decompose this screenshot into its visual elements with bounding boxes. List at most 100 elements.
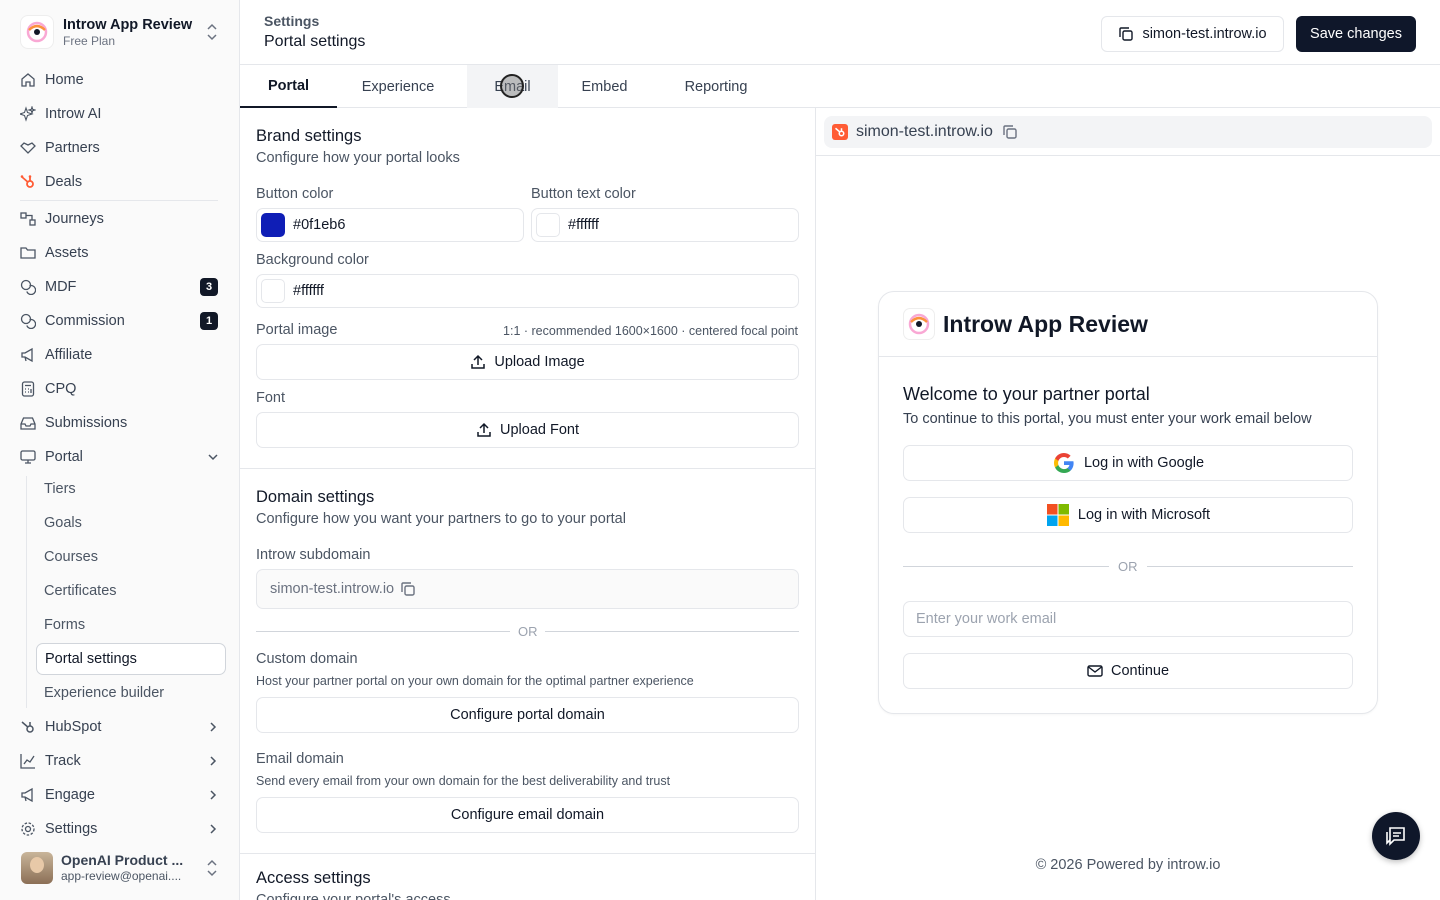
copy-domain-button[interactable]: simon-test.introw.io (1101, 16, 1284, 52)
chat-widget-button[interactable] (1372, 812, 1420, 860)
tab-reporting[interactable]: Reporting (660, 65, 772, 108)
sidebar-item-mdf[interactable]: MDF 3 (12, 272, 228, 302)
sidebar-subitem-certificates[interactable]: Certificates (36, 576, 226, 606)
copy-icon[interactable] (400, 581, 416, 597)
folder-icon (20, 247, 36, 259)
login-card-header: Introw App Review (879, 292, 1377, 357)
sidebar-subitem-portal-settings[interactable]: Portal settings (36, 643, 226, 675)
inbox-icon (20, 417, 36, 430)
configure-portal-domain-button[interactable]: Configure portal domain (256, 697, 799, 733)
user-name: OpenAI Product ... (61, 852, 184, 868)
copy-icon[interactable] (1002, 124, 1018, 140)
sidebar-item-settings[interactable]: Settings (12, 814, 228, 844)
sidebar-item-label: Engage (45, 787, 95, 803)
sidebar-item-cpq[interactable]: CPQ (12, 374, 228, 404)
upload-font-button[interactable]: Upload Font (256, 412, 799, 448)
upload-font-label: Upload Font (500, 422, 579, 438)
chevron-right-icon (210, 722, 217, 732)
background-color-label: Background color (256, 252, 369, 268)
preview-url-bar: simon-test.introw.io (824, 116, 1432, 148)
sidebar-item-partners[interactable]: Partners (12, 133, 228, 163)
sidebar-divider (20, 200, 218, 201)
subdomain-field: simon-test.introw.io (256, 569, 799, 609)
copy-domain-label: simon-test.introw.io (1142, 26, 1267, 42)
brand-settings-title: Brand settings (256, 127, 362, 145)
button-text-color-swatch[interactable] (536, 213, 560, 237)
user-email: app-review@openai.... (61, 869, 182, 883)
sidebar-item-hubspot[interactable]: HubSpot (12, 712, 228, 742)
portal-image-label: Portal image (256, 322, 338, 338)
sidebar-item-home[interactable]: Home (12, 65, 228, 95)
sidebar-subitem-experience-builder[interactable]: Experience builder (36, 678, 226, 708)
sidebar-item-portal[interactable]: Portal (12, 442, 228, 472)
sidebar-item-label: Submissions (45, 415, 128, 431)
sidebar-item-introw-ai[interactable]: Introw AI (12, 99, 228, 129)
chat-icon (1386, 827, 1405, 846)
sidebar-item-label: Introw AI (45, 106, 102, 122)
section-divider (240, 853, 815, 854)
configure-email-domain-button[interactable]: Configure email domain (256, 797, 799, 833)
continue-button[interactable]: Continue (903, 653, 1353, 689)
login-google-button[interactable]: Log in with Google (903, 445, 1353, 481)
welcome-heading: Welcome to your partner portal (903, 384, 1150, 404)
sidebar-item-label: Settings (45, 821, 98, 837)
login-microsoft-button[interactable]: Log in with Microsoft (903, 497, 1353, 533)
or-divider-line (1147, 566, 1353, 567)
sidebar-subitem-courses[interactable]: Courses (36, 542, 226, 572)
portal-name: Introw App Review (943, 310, 1148, 337)
upload-image-button[interactable]: Upload Image (256, 344, 799, 380)
sidebar-item-track[interactable]: Track (12, 746, 228, 776)
brand-settings-subtitle: Configure how your portal looks (256, 150, 460, 166)
workspace-switcher[interactable]: Introw App Review Free Plan (12, 10, 228, 54)
page-title: Portal settings (264, 33, 366, 50)
preview-url: simon-test.introw.io (856, 123, 993, 140)
or-divider-text: OR (1118, 559, 1138, 574)
breadcrumb[interactable]: Settings (264, 13, 319, 29)
commission-count-badge: 1 (200, 312, 218, 330)
button-color-value: #0f1eb6 (293, 217, 346, 233)
sidebar-item-deals[interactable]: Deals (12, 167, 228, 197)
sidebar-subitem-forms[interactable]: Forms (36, 610, 226, 640)
sidebar-item-affiliate[interactable]: Affiliate (12, 340, 228, 370)
button-color-field[interactable]: #0f1eb6 (256, 208, 524, 242)
button-color-swatch[interactable] (261, 213, 285, 237)
tab-portal[interactable]: Portal (240, 65, 337, 108)
or-divider-line (256, 631, 510, 632)
work-email-input[interactable]: Enter your work email (903, 601, 1353, 637)
chevron-down-icon (208, 454, 218, 461)
or-divider-text: OR (518, 624, 538, 639)
sidebar-item-engage[interactable]: Engage (12, 780, 228, 810)
user-menu[interactable]: OpenAI Product ... app-review@openai.... (12, 848, 228, 888)
megaphone-icon (21, 347, 33, 363)
background-color-field[interactable]: #ffffff (256, 274, 799, 308)
subdomain-label: Introw subdomain (256, 547, 371, 563)
button-text-color-field[interactable]: #ffffff (531, 208, 799, 242)
sidebar-item-journeys[interactable]: Journeys (12, 204, 228, 234)
chevron-right-icon (210, 756, 217, 766)
hubspot-icon (20, 175, 34, 188)
sidebar-item-label: Commission (45, 313, 125, 329)
sidebar-item-submissions[interactable]: Submissions (12, 408, 228, 438)
sidebar-item-assets[interactable]: Assets (12, 238, 228, 268)
save-button[interactable]: Save changes (1296, 16, 1416, 52)
or-divider-line (903, 566, 1109, 567)
sidebar-subitem-goals[interactable]: Goals (36, 508, 226, 538)
google-icon (1053, 453, 1074, 473)
chevrons-updown-icon (207, 859, 217, 877)
megaphone-icon (21, 787, 33, 803)
tab-embed[interactable]: Embed (558, 65, 651, 108)
sidebar-item-label: Deals (45, 174, 83, 190)
tab-experience[interactable]: Experience (337, 65, 459, 108)
workspace-plan: Free Plan (63, 33, 116, 48)
sidebar-subitem-tiers[interactable]: Tiers (36, 474, 226, 504)
sidebar-item-label: Track (45, 753, 81, 769)
sidebar-item-label: MDF (45, 279, 77, 295)
continue-label: Continue (1110, 663, 1170, 679)
domain-settings-subtitle: Configure how you want your partners to … (256, 511, 626, 527)
background-color-swatch[interactable] (261, 279, 285, 303)
sidebar-item-commission[interactable]: Commission 1 (12, 306, 228, 336)
email-domain-hint: Send every email from your own domain fo… (256, 774, 671, 788)
sidebar-item-label: CPQ (45, 381, 77, 397)
portal-logo (903, 308, 935, 340)
hubspot-favicon-icon (832, 124, 848, 140)
